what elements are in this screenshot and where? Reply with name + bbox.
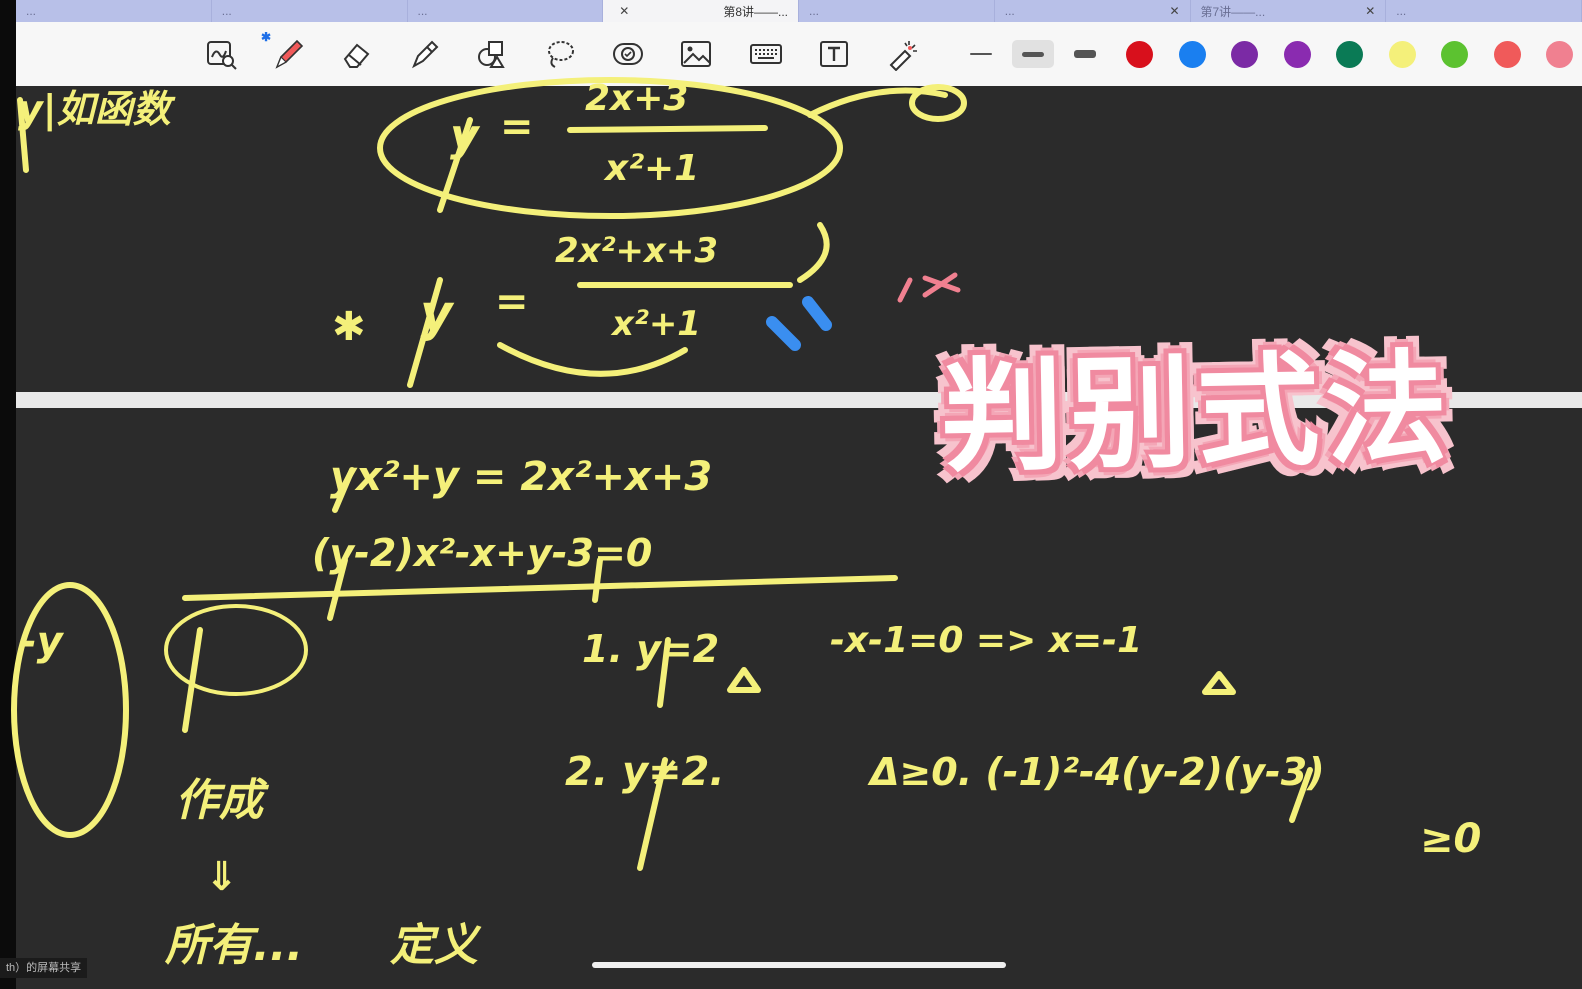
- ink-stroke: [807, 87, 948, 118]
- y-symbol: y: [450, 110, 481, 161]
- top-fraction-numerator: 2x+3: [585, 78, 688, 119]
- ink-curve: [497, 342, 688, 377]
- ink-pink-mark: [897, 272, 961, 303]
- side-note-3: 定义: [389, 920, 482, 971]
- case-2-condition: Δ≥0. (-1)²-4(y-2)(y-3): [867, 750, 1325, 794]
- top-fraction-denominator: x²+1: [603, 148, 699, 189]
- y-symbol: -y: [20, 619, 65, 665]
- equals-symbol: =: [500, 104, 534, 150]
- handwriting-layer: y|如函数 y = 2x+3 x²+1 ✱ y = 2x²+x+3 x²+1 y…: [11, 77, 1481, 971]
- ink-stroke: [797, 222, 830, 283]
- underline: [182, 575, 898, 601]
- ink-blue-dot: [766, 316, 801, 351]
- case-2: 2. y≠2.: [565, 749, 725, 795]
- side-note-1: 作成: [175, 775, 270, 826]
- home-indicator[interactable]: [592, 962, 1006, 968]
- ink-ellipse-small: [164, 604, 308, 696]
- fraction-bar: [567, 125, 768, 133]
- side-note-2: 所有...: [164, 920, 303, 971]
- equation-1: yx²+y = 2x²+x+3: [330, 454, 712, 500]
- heading-sticker: 判别式法: [939, 337, 1455, 488]
- equals-symbol: =: [495, 279, 529, 325]
- case-2-result: ≥0: [1420, 816, 1481, 862]
- delta-triangle: [1202, 671, 1236, 695]
- ink-blue-dot: [802, 296, 832, 331]
- case-1-result: -x-1=0 => x=-1: [830, 620, 1142, 661]
- screen-share-label: th）的屏幕共享: [0, 958, 88, 978]
- delta-triangle: [727, 667, 761, 693]
- double-arrow: ⇓: [205, 854, 239, 900]
- star-symbol: ✱: [332, 304, 366, 350]
- second-fraction-numerator: 2x²+x+3: [555, 231, 718, 271]
- second-fraction-denominator: x²+1: [610, 304, 701, 344]
- note-top-left: y|如函数: [18, 87, 176, 132]
- case-1: 1. y=2: [582, 627, 719, 671]
